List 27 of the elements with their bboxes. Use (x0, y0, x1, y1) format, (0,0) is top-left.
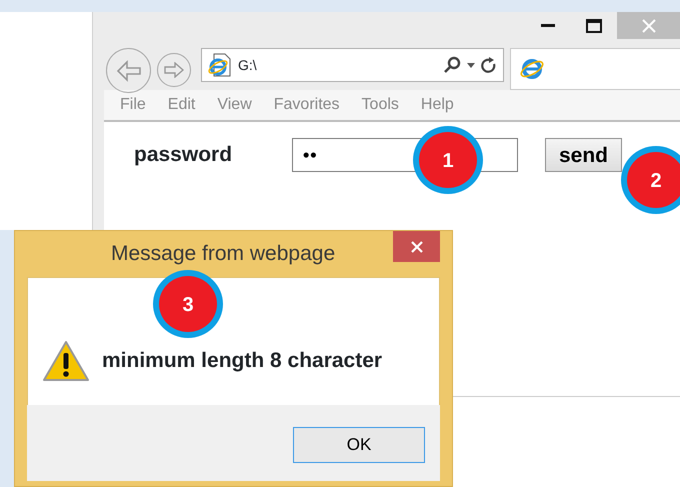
menu-item[interactable]: Tools (346, 93, 399, 117)
back-arrow-icon (116, 60, 142, 82)
close-icon (410, 240, 422, 252)
warning-icon (42, 340, 90, 382)
menu-item[interactable]: View (201, 93, 252, 117)
ok-button[interactable]: OK (293, 427, 425, 463)
menu-item[interactable]: File (104, 93, 146, 117)
maximize-icon (586, 18, 602, 32)
menu-item[interactable]: Edit (152, 93, 196, 117)
dialog-close-button[interactable] (393, 231, 440, 262)
address-bar[interactable]: G:\ (201, 48, 504, 82)
address-text: G:\ (238, 56, 257, 74)
alert-message: minimum length 8 character (102, 348, 382, 374)
browser-logo-icon (519, 56, 545, 82)
dialog-title: Message from webpage (111, 241, 336, 268)
menu-item[interactable]: Favorites (258, 93, 340, 117)
dropdown-caret-icon[interactable] (467, 62, 475, 68)
minimize-icon (541, 24, 555, 28)
forward-arrow-icon (164, 62, 184, 78)
search-icon[interactable] (443, 56, 461, 74)
menu-item[interactable]: Help (404, 93, 454, 117)
close-icon (642, 18, 656, 32)
password-label: password (134, 142, 234, 168)
refresh-icon[interactable] (481, 56, 497, 74)
browser-tab[interactable] (510, 48, 680, 90)
send-button[interactable]: send (545, 138, 622, 172)
page-icon (208, 52, 232, 78)
